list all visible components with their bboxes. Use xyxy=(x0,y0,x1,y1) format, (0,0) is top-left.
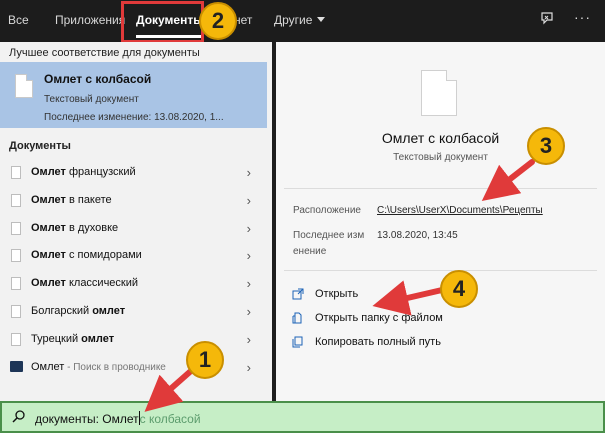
arrow-4 xyxy=(372,280,445,316)
annotation-badge-1: 1 xyxy=(186,341,224,379)
annotation-badge-2: 2 xyxy=(199,2,237,40)
arrow-3 xyxy=(481,159,535,202)
annotation-arrows xyxy=(144,159,535,412)
annotation-badge-4: 4 xyxy=(440,270,478,308)
arrow-1 xyxy=(144,367,195,412)
annotation-badge-3: 3 xyxy=(527,127,565,165)
